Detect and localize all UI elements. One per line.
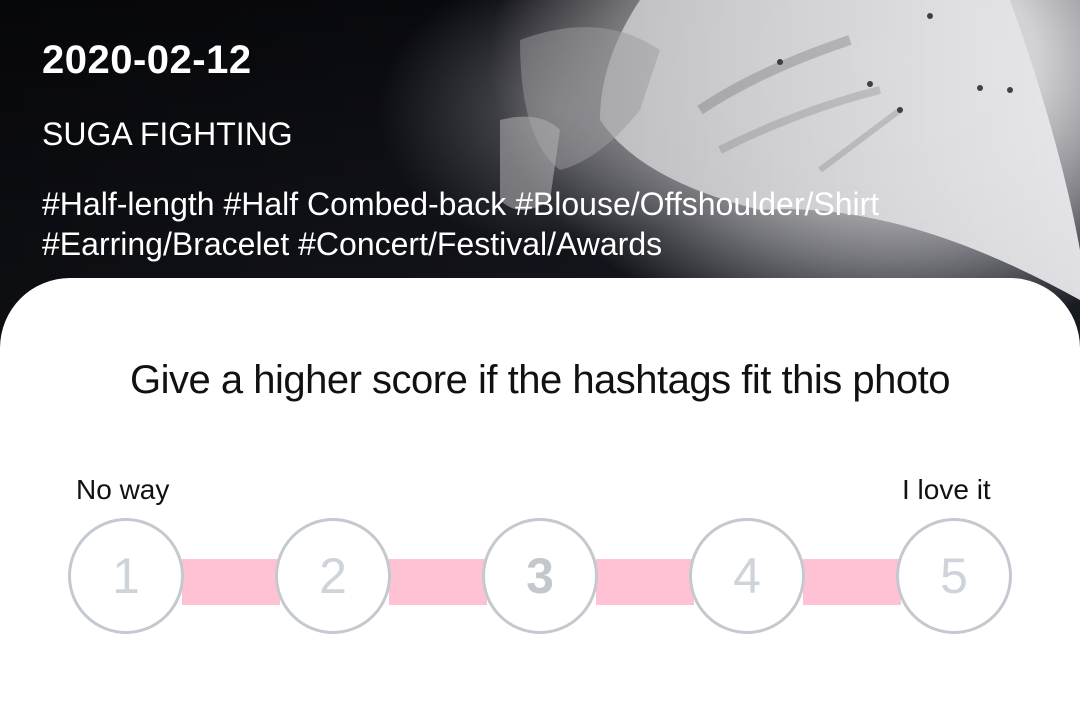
hashtag: #Blouse/Offshoulder/Shirt	[515, 186, 880, 222]
high-score-label: I love it	[902, 474, 991, 505]
screen: 2020-02-12 SUGA FIGHTING #Half-length #H…	[0, 0, 1080, 710]
score-button-4[interactable]: 4	[689, 518, 805, 634]
photo-caption: SUGA FIGHTING	[42, 116, 293, 152]
rating-prompt: Give a higher score if the hashtags fit …	[130, 358, 950, 402]
hashtag: #Half Combed-back	[223, 186, 507, 222]
hashtag: #Concert/Festival/Awards	[298, 226, 663, 262]
hashtag: #Half-length	[42, 186, 215, 222]
score-button-3[interactable]: 3	[482, 518, 598, 634]
scale-connector	[182, 559, 280, 605]
rating-sheet: Give a higher score if the hashtags fit …	[0, 278, 1080, 710]
hashtag: #Earring/Bracelet	[42, 226, 290, 262]
score-button-1[interactable]: 1	[68, 518, 184, 634]
scale-connector	[803, 559, 901, 605]
scale-connector	[389, 559, 487, 605]
scale-connector	[596, 559, 694, 605]
hashtag-list: #Half-length #Half Combed-back #Blouse/O…	[42, 184, 1052, 264]
score-button-2[interactable]: 2	[275, 518, 391, 634]
photo-date: 2020-02-12	[42, 38, 252, 82]
score-button-5[interactable]: 5	[896, 518, 1012, 634]
low-score-label: No way	[76, 474, 170, 505]
